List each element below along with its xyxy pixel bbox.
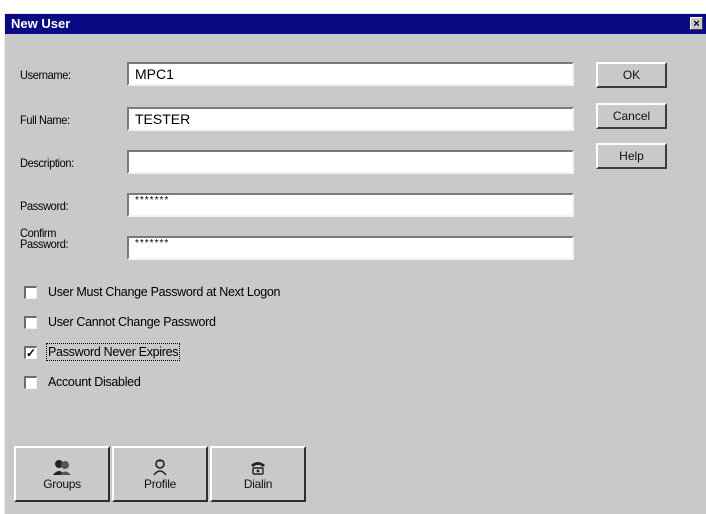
confirm-password-label: Confirm Password: xyxy=(20,227,69,251)
groups-icon xyxy=(53,460,71,475)
cancel-button[interactable]: Cancel xyxy=(596,103,667,129)
checkbox-label: Password Never Expires xyxy=(45,343,181,361)
profile-button[interactable]: Profile xyxy=(112,446,208,502)
help-button[interactable]: Help xyxy=(596,143,667,169)
username-field[interactable]: MPC1 xyxy=(127,62,574,86)
title-bar[interactable]: New User × xyxy=(5,14,706,34)
close-button[interactable]: × xyxy=(690,17,703,30)
profile-label: Profile xyxy=(144,477,176,491)
password-field[interactable]: ******* xyxy=(127,193,574,217)
checkbox-box[interactable] xyxy=(24,316,37,329)
checkbox-label: Account Disabled xyxy=(48,375,141,389)
checkbox-label: User Cannot Change Password xyxy=(48,315,216,329)
password-label: Password: xyxy=(20,199,69,213)
ok-button[interactable]: OK xyxy=(596,62,667,88)
checkbox-box[interactable]: ✓ xyxy=(24,346,37,359)
close-icon: × xyxy=(693,18,700,30)
check-icon: ✓ xyxy=(26,346,37,360)
dialin-label: Dialin xyxy=(243,477,273,491)
groups-button[interactable]: Groups xyxy=(14,446,110,502)
confirm-password-field[interactable]: ******* xyxy=(127,236,574,260)
confirm-password-label-line2: Password: xyxy=(20,237,69,251)
dialog-title: New User xyxy=(11,16,71,31)
dialin-icon xyxy=(251,462,265,475)
new-user-dialog: New User × Username: Full Name: Descript… xyxy=(4,13,706,514)
profile-icon xyxy=(153,459,167,476)
description-label: Description: xyxy=(20,156,74,170)
dialin-button[interactable]: Dialin xyxy=(210,446,306,502)
description-field[interactable] xyxy=(127,150,574,174)
checkbox-box[interactable] xyxy=(24,286,37,299)
checkbox-label: User Must Change Password at Next Logon xyxy=(48,285,281,299)
groups-label: Groups xyxy=(43,477,81,491)
username-label: Username: xyxy=(20,68,71,82)
checkbox-box[interactable] xyxy=(24,376,37,389)
full-name-label: Full Name: xyxy=(20,113,70,127)
full-name-field[interactable]: TESTER xyxy=(127,107,574,131)
